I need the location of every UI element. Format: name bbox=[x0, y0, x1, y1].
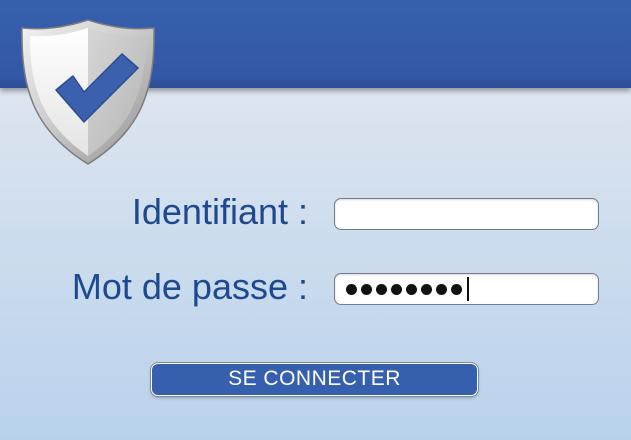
password-masked-value bbox=[346, 274, 469, 304]
password-dot bbox=[376, 283, 387, 295]
password-dot bbox=[421, 283, 432, 295]
password-dot bbox=[436, 283, 447, 295]
username-label: Identifiant : bbox=[131, 191, 308, 232]
password-label: Mot de passe : bbox=[71, 266, 308, 307]
password-dot bbox=[391, 283, 402, 295]
shield-check-icon bbox=[18, 18, 158, 166]
password-dot bbox=[451, 283, 462, 295]
password-field[interactable] bbox=[334, 273, 599, 305]
text-caret bbox=[467, 277, 469, 301]
username-field[interactable] bbox=[334, 198, 599, 230]
password-dot bbox=[361, 283, 372, 295]
login-button[interactable]: SE CONNECTER bbox=[151, 363, 478, 396]
password-dot bbox=[406, 283, 417, 295]
password-dot bbox=[346, 283, 357, 295]
